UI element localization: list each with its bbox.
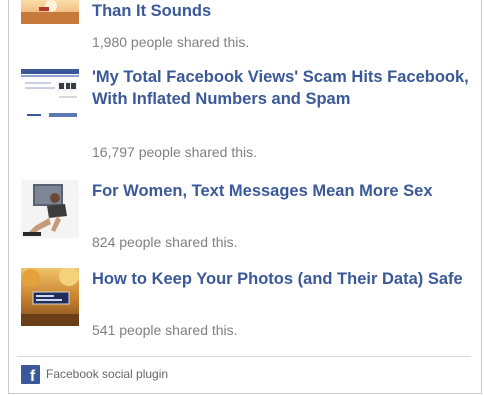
- article-title-link[interactable]: For Women, Text Messages Mean More Sex: [92, 180, 472, 202]
- article-title-link[interactable]: How to Keep Your Photos (and Their Data)…: [92, 268, 472, 290]
- share-count: 541 people shared this.: [92, 322, 238, 338]
- article-title-link[interactable]: Than It Sounds: [92, 0, 472, 22]
- sunset-landscape-thumbnail[interactable]: [21, 0, 79, 24]
- footer-divider: [17, 356, 471, 357]
- facebook-activity-widget: Than It Sounds 1,980 people shared this.…: [8, 0, 482, 394]
- share-count: 824 people shared this.: [92, 234, 238, 250]
- facebook-social-plugin-label: Facebook social plugin: [46, 367, 169, 381]
- article-title-link[interactable]: 'My Total Facebook Views' Scam Hits Face…: [92, 66, 472, 110]
- share-count: 1,980 people shared this.: [92, 34, 250, 50]
- autumn-photos-thumbnail[interactable]: [21, 268, 79, 326]
- woman-with-laptop-thumbnail[interactable]: [21, 180, 79, 238]
- facebook-logo-icon: f: [21, 365, 40, 384]
- webpage-screenshot-thumbnail[interactable]: [21, 66, 79, 124]
- facebook-logo-letter: f: [29, 368, 36, 384]
- share-count: 16,797 people shared this.: [92, 144, 258, 160]
